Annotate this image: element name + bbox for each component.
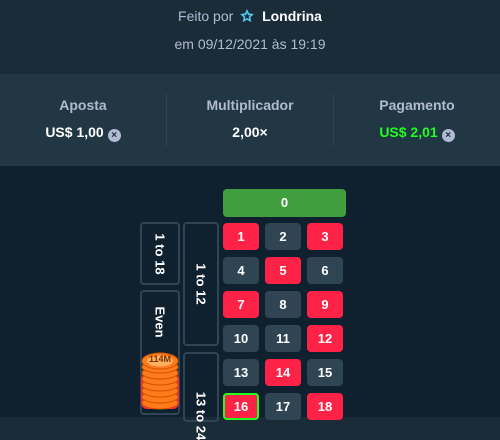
number-cell-13: 13 (223, 359, 259, 386)
payout-stat: Pagamento US$ 2,01 × (334, 74, 500, 166)
number-cell-5: 5 (265, 257, 301, 284)
bet-amount-stat: Aposta US$ 1,00 × (0, 74, 166, 166)
number-cell-11: 11 (265, 325, 301, 352)
chip-stack: 114M (140, 351, 180, 416)
number-cell-3: 3 (307, 223, 343, 250)
number-cell-14: 14 (265, 359, 301, 386)
dozen-2-cell: 13 to 24 (183, 352, 219, 440)
bet-stats-panel: Aposta US$ 1,00 × Multiplicador 2,00× Pag… (0, 74, 500, 166)
number-cell-16: 16 (223, 393, 259, 420)
payout-value: US$ 2,01 (379, 124, 438, 140)
username-link[interactable]: Londrina (262, 8, 322, 24)
number-cell-6: 6 (307, 257, 343, 284)
dozen-1-label: 1 to 12 (193, 263, 209, 305)
number-cell-12: 12 (307, 325, 343, 352)
coin-icon: × (107, 129, 121, 142)
multiplier-value: 2,00× (232, 124, 268, 140)
bet-timestamp: em 09/12/2021 às 19:19 (174, 36, 326, 52)
number-cell-17: 17 (265, 393, 301, 420)
made-by-prefix: Feito por (178, 8, 234, 24)
number-cell-18: 18 (307, 393, 343, 420)
number-cell-2: 2 (265, 223, 301, 250)
payout-value-row: US$ 2,01 × (334, 124, 500, 142)
roulette-board: 0 1 to 18 Even 1 to 12 13 to 24 12345678… (0, 166, 500, 440)
bet-info-header: Feito por Londrina em 09/12/2021 às 19:1… (0, 0, 500, 74)
dozen-2-label: 13 to 24 (193, 391, 209, 440)
number-cell-1: 1 (223, 223, 259, 250)
number-cell-15: 15 (307, 359, 343, 386)
number-cell-7: 7 (223, 291, 259, 318)
payout-label: Pagamento (379, 97, 455, 113)
multiplier-stat: Multiplicador 2,00× (167, 74, 333, 166)
number-cell-9: 9 (307, 291, 343, 318)
zero-cell: 0 (223, 189, 346, 217)
bet-value-row: US$ 1,00 × (0, 124, 166, 142)
low-bet-label: 1 to 18 (152, 232, 168, 275)
even-bet-label: Even (152, 306, 168, 338)
number-cell-8: 8 (265, 291, 301, 318)
chip-stack-label: 114M (148, 354, 172, 364)
low-bet-cell: 1 to 18 (140, 222, 180, 285)
bet-value: US$ 1,00 (45, 124, 104, 140)
made-by-line: Feito por Londrina (0, 8, 500, 24)
number-cell-4: 4 (223, 257, 259, 284)
dozen-1-cell: 1 to 12 (183, 222, 219, 346)
star-icon (240, 9, 255, 23)
coin-icon: × (441, 129, 455, 142)
multiplier-label: Multiplicador (206, 97, 294, 113)
bet-label: Aposta (59, 97, 107, 113)
number-cell-10: 10 (223, 325, 259, 352)
